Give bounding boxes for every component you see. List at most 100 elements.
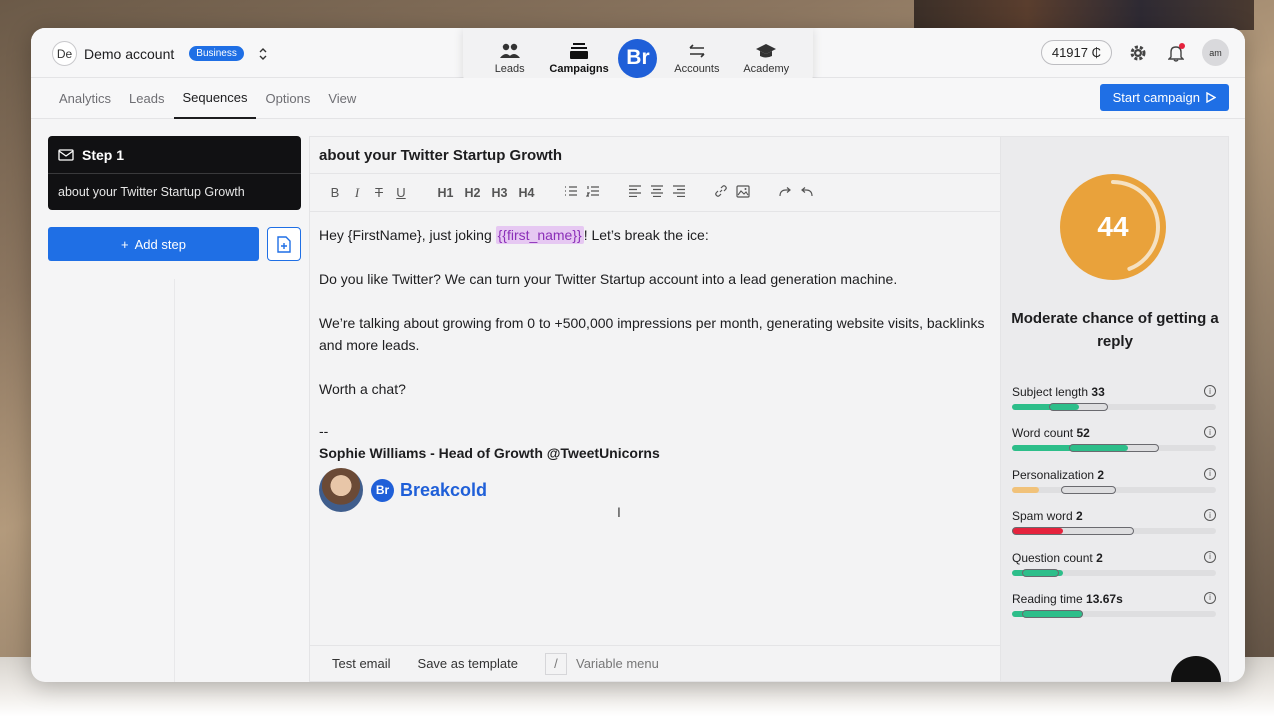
- metric-ideal-range: [1048, 403, 1108, 411]
- redo-icon[interactable]: [774, 185, 796, 200]
- gear-icon[interactable]: [1126, 41, 1150, 65]
- editor-bottom-bar: Test email Save as template / Variable m…: [310, 645, 1000, 681]
- nav-accounts[interactable]: Accounts: [667, 42, 727, 75]
- greeting-line: Hey {FirstName}, just joking {{first_nam…: [319, 224, 991, 246]
- metric-bar: [1012, 609, 1216, 618]
- underline-button[interactable]: U: [390, 185, 412, 200]
- add-template-button[interactable]: [267, 227, 301, 261]
- info-icon[interactable]: i: [1204, 550, 1216, 563]
- credits-counter[interactable]: 41917 ₵: [1040, 40, 1112, 65]
- numbered-list-icon[interactable]: [582, 185, 604, 200]
- step-title: Step 1: [82, 146, 125, 163]
- metric-label: Spam word 2: [1012, 509, 1216, 523]
- reply-score-panel: 44 Moderate chance of getting a reply Su…: [1001, 136, 1229, 682]
- plus-icon: +: [121, 236, 129, 252]
- nav-leads[interactable]: Leads: [480, 42, 540, 75]
- play-icon: [1206, 92, 1216, 103]
- metric-name: Reading time: [1012, 591, 1087, 606]
- account-name: Demo account: [84, 45, 175, 62]
- h3-button[interactable]: H3: [486, 186, 513, 200]
- align-left-icon[interactable]: [624, 185, 646, 200]
- slash-key: /: [544, 652, 567, 675]
- metric-row: Spam word 2i: [1012, 509, 1216, 550]
- tabs-row: Analytics Leads Sequences Options View S…: [31, 78, 1245, 119]
- step-card[interactable]: Step 1 about your Twitter Startup Growth: [48, 136, 301, 210]
- score-metrics: Subject length 33 i Word count 52 i Personal…: [1012, 385, 1216, 633]
- info-icon[interactable]: i: [1204, 467, 1216, 480]
- test-email-button[interactable]: Test email: [332, 656, 391, 671]
- metric-value: 33: [1091, 385, 1105, 399]
- greeting-after: ! Let’s break the ice:: [583, 227, 709, 243]
- metric-row: Question count 2i: [1012, 550, 1216, 592]
- add-step-button[interactable]: + Add step: [48, 227, 259, 261]
- align-center-icon[interactable]: [646, 185, 668, 200]
- email-body[interactable]: Hey {FirstName}, just joking {{first_nam…: [310, 212, 1000, 524]
- strikethrough-button[interactable]: T: [368, 185, 390, 200]
- credits-value: 41917: [1051, 45, 1088, 60]
- save-template-button[interactable]: Save as template: [418, 656, 518, 671]
- app-window: De Demo account Business Leads Campaigns…: [31, 28, 1245, 682]
- paragraph-2: We’re talking about growing from 0 to +5…: [319, 315, 985, 353]
- top-bar: De Demo account Business Leads Campaigns…: [31, 28, 1245, 90]
- campaign-tabs: Analytics Leads Sequences Options View: [51, 78, 366, 119]
- metric-label: Word count 52: [1012, 426, 1216, 440]
- metric-bar: [1012, 568, 1216, 577]
- nav-academy[interactable]: Academy: [736, 42, 796, 75]
- reply-verdict: Moderate chance of getting a reply: [1011, 310, 1219, 350]
- account-switcher[interactable]: De Demo account Business: [52, 41, 267, 66]
- metric-row: Reading time 13.67s i: [1012, 591, 1216, 633]
- tab-analytics[interactable]: Analytics: [51, 78, 119, 119]
- metric-row: Word count 52 i: [1012, 426, 1216, 467]
- paragraph-1: Do you like Twitter? We can turn your Tw…: [319, 271, 898, 287]
- users-icon: [499, 43, 520, 58]
- metric-value: 13.67s: [1086, 591, 1123, 606]
- tab-view[interactable]: View: [320, 78, 364, 119]
- metric-value: 2: [1076, 509, 1083, 524]
- align-right-icon[interactable]: [668, 185, 690, 200]
- breakcold-brand: Br Breakcold: [371, 478, 487, 502]
- chevron-updown-icon[interactable]: [259, 47, 267, 61]
- score-gauge: 44: [1059, 173, 1169, 283]
- paragraph-3: Worth a chat?: [319, 381, 406, 397]
- metric-bar: [1012, 403, 1216, 411]
- metric-ideal-range: [1060, 485, 1117, 494]
- nav-campaigns[interactable]: Campaigns: [549, 42, 609, 75]
- h2-button[interactable]: H2: [459, 186, 486, 200]
- metric-name: Question count: [1012, 550, 1097, 565]
- bullet-list-icon[interactable]: [560, 185, 582, 200]
- inbox-stack-icon: [570, 42, 589, 59]
- variable-menu-hint[interactable]: Variable menu: [576, 656, 659, 671]
- italic-button[interactable]: I: [346, 185, 368, 201]
- tab-leads[interactable]: Leads: [121, 78, 172, 119]
- first-name-variable[interactable]: {{first_name}}: [495, 226, 584, 244]
- signature-photo: [319, 468, 363, 512]
- undo-icon[interactable]: [796, 185, 818, 200]
- h4-button[interactable]: H4: [513, 186, 540, 200]
- metric-bar: [1012, 485, 1216, 494]
- info-icon[interactable]: i: [1204, 385, 1216, 397]
- bell-icon[interactable]: [1164, 41, 1188, 65]
- account-avatar: De: [52, 41, 77, 66]
- image-icon[interactable]: [732, 184, 754, 201]
- email-editor: about your Twitter Startup Growth B I T …: [309, 136, 1001, 682]
- metric-ideal-range: [1012, 527, 1135, 536]
- signature-separator: --: [319, 423, 329, 439]
- brand-logo: Br: [371, 478, 394, 502]
- top-right-controls: 41917 ₵ am: [1040, 39, 1229, 66]
- file-plus-icon: [277, 235, 291, 253]
- user-avatar[interactable]: am: [1202, 39, 1229, 66]
- subject-input[interactable]: about your Twitter Startup Growth: [310, 137, 1000, 174]
- info-icon[interactable]: i: [1204, 591, 1216, 604]
- nav-campaigns-label: Campaigns: [549, 62, 609, 75]
- background-bookshelf: [914, 0, 1254, 30]
- breakcold-logo[interactable]: Br: [618, 38, 658, 78]
- tab-options[interactable]: Options: [258, 78, 319, 119]
- bold-button[interactable]: B: [324, 185, 346, 200]
- add-step-label: Add step: [134, 236, 186, 252]
- metric-bar-fill: [1012, 486, 1039, 493]
- start-campaign-button[interactable]: Start campaign: [1099, 84, 1229, 111]
- metric-ideal-range: [1069, 444, 1159, 453]
- tab-sequences[interactable]: Sequences: [174, 78, 256, 119]
- link-icon[interactable]: [710, 184, 732, 201]
- h1-button[interactable]: H1: [432, 186, 459, 200]
